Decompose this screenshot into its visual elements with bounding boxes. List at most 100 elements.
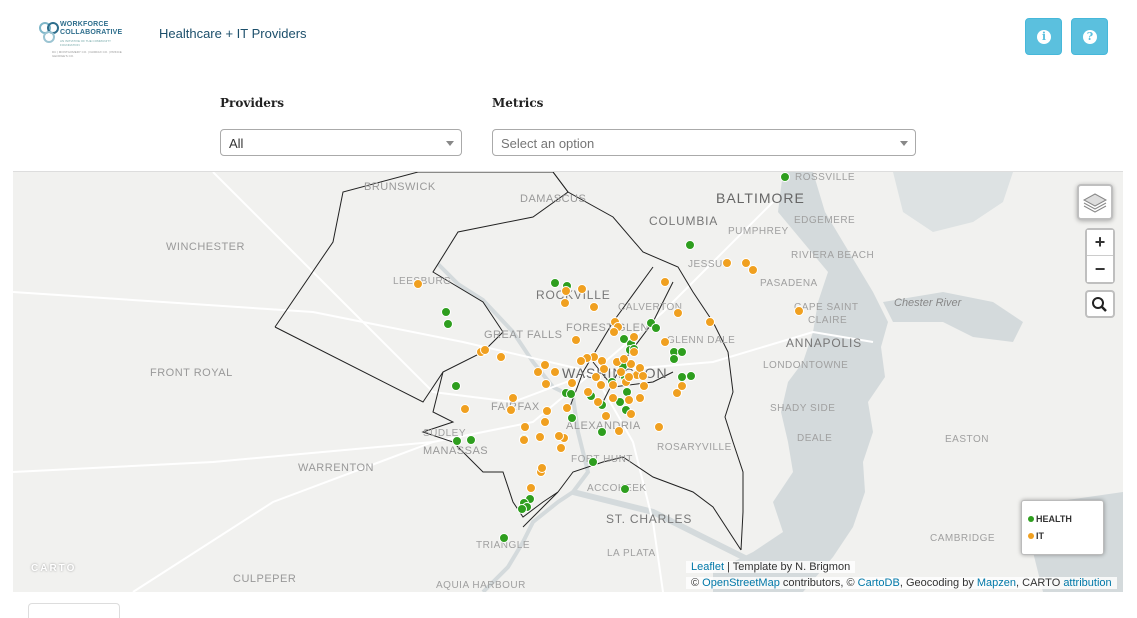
it-provider-marker[interactable]: [542, 406, 552, 416]
it-provider-marker[interactable]: [540, 417, 550, 427]
it-provider-marker[interactable]: [537, 463, 547, 473]
it-provider-marker[interactable]: [413, 279, 423, 289]
health-provider-marker[interactable]: [669, 354, 679, 364]
layers-control[interactable]: [1077, 184, 1113, 220]
it-provider-marker[interactable]: [619, 354, 629, 364]
it-provider-marker[interactable]: [554, 431, 564, 441]
it-provider-marker[interactable]: [722, 258, 732, 268]
it-provider-marker[interactable]: [591, 372, 601, 382]
logo-tagline: AN INITIATIVE OF THE COMMUNITY FOUNDATIO…: [60, 39, 112, 47]
health-provider-marker[interactable]: [566, 389, 576, 399]
it-provider-marker[interactable]: [660, 337, 670, 347]
chevron-down-icon: [900, 141, 908, 146]
search-control[interactable]: [1085, 290, 1115, 318]
it-provider-marker[interactable]: [540, 360, 550, 370]
health-provider-marker[interactable]: [443, 319, 453, 329]
carto-attribution-link[interactable]: attribution: [1063, 577, 1111, 589]
it-provider-marker[interactable]: [599, 364, 609, 374]
it-provider-marker[interactable]: [562, 403, 572, 413]
help-button[interactable]: ?: [1071, 18, 1108, 55]
cartodb-link[interactable]: CartoDB: [858, 577, 900, 589]
it-provider-marker[interactable]: [705, 317, 715, 327]
it-provider-marker[interactable]: [560, 298, 570, 308]
it-provider-marker[interactable]: [576, 356, 586, 366]
logo-mark-icon: [39, 22, 59, 43]
leaflet-link[interactable]: Leaflet: [691, 561, 724, 573]
health-provider-marker[interactable]: [677, 347, 687, 357]
health-provider-marker[interactable]: [651, 323, 661, 333]
it-provider-marker[interactable]: [748, 265, 758, 275]
legend-health-label: HEALTH: [1036, 514, 1072, 524]
health-provider-marker[interactable]: [452, 436, 462, 446]
health-provider-marker[interactable]: [499, 533, 509, 543]
it-provider-marker[interactable]: [589, 302, 599, 312]
it-provider-marker[interactable]: [519, 435, 529, 445]
it-provider-marker[interactable]: [654, 422, 664, 432]
it-provider-marker[interactable]: [556, 443, 566, 453]
it-provider-marker[interactable]: [673, 308, 683, 318]
question-icon: ?: [1083, 30, 1097, 44]
it-provider-marker[interactable]: [639, 381, 649, 391]
it-provider-marker[interactable]: [741, 258, 751, 268]
it-provider-marker[interactable]: [629, 332, 639, 342]
health-provider-marker[interactable]: [517, 504, 527, 514]
it-provider-marker[interactable]: [608, 393, 618, 403]
health-provider-marker[interactable]: [550, 278, 560, 288]
it-provider-marker[interactable]: [593, 397, 603, 407]
it-provider-marker[interactable]: [506, 405, 516, 415]
it-provider-marker[interactable]: [571, 335, 581, 345]
mapzen-link[interactable]: Mapzen: [977, 577, 1016, 589]
it-provider-marker[interactable]: [638, 371, 648, 381]
health-provider-marker[interactable]: [466, 435, 476, 445]
health-provider-marker[interactable]: [451, 381, 461, 391]
providers-select[interactable]: All: [220, 129, 462, 156]
health-provider-marker[interactable]: [597, 427, 607, 437]
it-provider-marker[interactable]: [601, 411, 611, 421]
it-provider-marker[interactable]: [567, 378, 577, 388]
it-provider-marker[interactable]: [635, 393, 645, 403]
it-provider-marker[interactable]: [577, 284, 587, 294]
it-provider-marker[interactable]: [614, 426, 624, 436]
it-provider-marker[interactable]: [660, 277, 670, 287]
it-provider-marker[interactable]: [496, 352, 506, 362]
health-provider-marker[interactable]: [441, 307, 451, 317]
it-provider-marker[interactable]: [520, 422, 530, 432]
bottom-panel-tab[interactable]: [28, 603, 120, 618]
it-provider-marker[interactable]: [609, 327, 619, 337]
it-provider-marker[interactable]: [480, 345, 490, 355]
it-provider-marker[interactable]: [624, 395, 634, 405]
it-provider-marker[interactable]: [624, 372, 634, 382]
osm-link[interactable]: OpenStreetMap: [702, 577, 780, 589]
it-provider-marker[interactable]: [583, 387, 593, 397]
it-provider-marker[interactable]: [616, 367, 626, 377]
health-provider-marker[interactable]: [588, 457, 598, 467]
health-provider-marker[interactable]: [780, 172, 790, 182]
it-provider-marker[interactable]: [608, 380, 618, 390]
chevron-down-icon: [446, 141, 454, 146]
it-provider-marker[interactable]: [550, 367, 560, 377]
providers-selected-value: All: [229, 136, 244, 151]
it-provider-marker[interactable]: [460, 404, 470, 414]
health-provider-marker[interactable]: [677, 372, 687, 382]
info-button[interactable]: i: [1025, 18, 1062, 55]
it-provider-marker[interactable]: [526, 483, 536, 493]
health-provider-marker[interactable]: [685, 240, 695, 250]
it-provider-marker[interactable]: [626, 409, 636, 419]
health-provider-marker[interactable]: [620, 484, 630, 494]
health-provider-marker[interactable]: [567, 413, 577, 423]
it-provider-marker[interactable]: [508, 393, 518, 403]
metrics-select[interactable]: Select an option: [492, 129, 916, 156]
it-provider-marker[interactable]: [561, 286, 571, 296]
map-container[interactable]: BRUNSWICK DAMASCUS COLUMBIA BALTIMORE RO…: [13, 171, 1123, 592]
it-provider-marker[interactable]: [535, 432, 545, 442]
it-provider-marker[interactable]: [596, 380, 606, 390]
it-provider-marker[interactable]: [794, 306, 804, 316]
it-provider-marker[interactable]: [677, 381, 687, 391]
it-provider-marker[interactable]: [629, 347, 639, 357]
workforce-collaborative-logo[interactable]: WORKFORCE COLLABORATIVE AN INITIATIVE OF…: [34, 18, 130, 58]
health-provider-marker[interactable]: [686, 371, 696, 381]
zoom-out-button[interactable]: −: [1087, 256, 1113, 282]
it-provider-marker[interactable]: [541, 379, 551, 389]
it-provider-marker[interactable]: [533, 367, 543, 377]
zoom-in-button[interactable]: +: [1087, 230, 1113, 256]
